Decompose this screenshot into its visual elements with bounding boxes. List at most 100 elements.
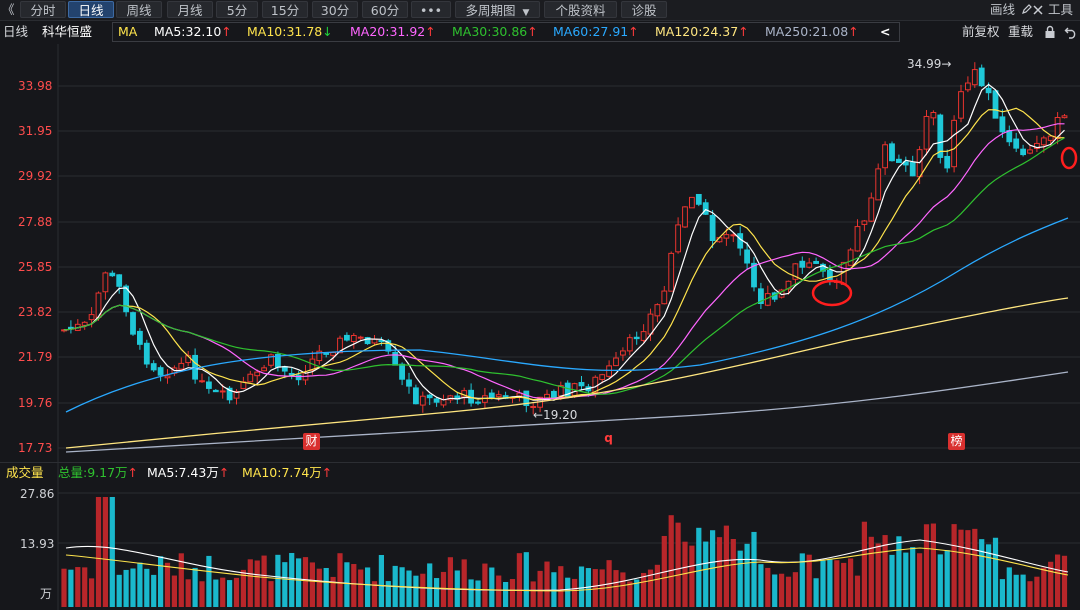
volume-tick: 13.93 <box>20 537 55 551</box>
volume-bar <box>578 566 585 607</box>
volume-bar <box>482 563 488 607</box>
candle-body <box>330 352 337 356</box>
volume-bar <box>89 578 95 607</box>
candle-body <box>1020 148 1027 156</box>
candle-body <box>702 202 709 215</box>
volume-bar <box>716 537 723 607</box>
volume-bar <box>144 568 150 607</box>
volume-bar <box>820 560 826 607</box>
volume-bar <box>951 524 957 607</box>
candle-body <box>930 112 937 119</box>
volume-bar <box>296 558 302 607</box>
volume-bar <box>772 574 778 607</box>
candle-body <box>992 90 999 119</box>
volume-bar <box>896 536 902 607</box>
candle-body <box>695 193 702 205</box>
volume-bar <box>703 541 709 607</box>
volume-bar <box>999 579 1005 607</box>
volume-bar <box>137 562 143 607</box>
candle-body <box>813 260 820 264</box>
candle-body <box>192 354 198 380</box>
ma120-line <box>65 297 1069 449</box>
volume-bar <box>1027 581 1033 607</box>
volume-bar <box>696 527 702 607</box>
candle-body <box>426 394 433 399</box>
volume-bar <box>1013 574 1019 607</box>
volume-ma10-arrow: ↑ <box>321 465 333 480</box>
volume-ma5-arrow: ↑ <box>218 465 230 480</box>
volume-bar <box>668 515 674 607</box>
candle-body <box>295 374 302 381</box>
candle-body <box>909 161 916 177</box>
volume-bar <box>1020 574 1026 607</box>
volume-bar <box>351 564 357 607</box>
volume-bar <box>751 531 757 607</box>
candle-body <box>495 394 502 398</box>
volume-bar <box>247 559 253 607</box>
candle-body <box>1047 135 1054 141</box>
financial-report-badge[interactable]: 财 <box>303 433 320 450</box>
candle-body <box>951 119 958 168</box>
volume-bar <box>268 581 274 607</box>
candle-body <box>854 226 861 252</box>
volume-bar <box>834 560 840 607</box>
volume-bar <box>992 537 999 607</box>
candle-body <box>137 330 143 345</box>
volume-bar <box>413 575 419 607</box>
candle-body <box>626 337 633 352</box>
ma10-line <box>63 107 1065 401</box>
high-price-marker: 34.99→ <box>907 57 952 71</box>
candle-body <box>419 395 426 406</box>
candle-body <box>744 249 751 264</box>
volume-bar <box>130 568 136 607</box>
candle-body <box>254 371 261 377</box>
volume-bar <box>889 554 895 607</box>
candle-body <box>847 249 854 266</box>
volume-bar <box>779 573 785 607</box>
highlight-circle <box>811 279 853 307</box>
candle-body <box>143 342 150 365</box>
candle-body <box>109 272 116 277</box>
dragon-tiger-list-badge[interactable]: 榜 <box>948 433 965 450</box>
volume-bar <box>440 571 447 607</box>
event-q-badge[interactable]: q <box>600 430 617 447</box>
volume-bar <box>489 567 495 607</box>
candle-body <box>661 290 668 305</box>
volume-bar <box>923 524 930 607</box>
kline-chart[interactable] <box>0 0 1080 610</box>
volume-bar <box>420 573 426 607</box>
volume-bar <box>213 579 219 607</box>
candle-body <box>896 158 902 163</box>
candle-body <box>613 357 619 367</box>
volume-bar <box>516 553 522 607</box>
volume-bar <box>406 570 412 607</box>
volume-bar <box>509 579 516 607</box>
candle-body <box>944 155 951 169</box>
candle-body <box>551 390 557 398</box>
candle-body <box>730 234 737 237</box>
candle-body <box>206 381 212 389</box>
candle-body <box>164 375 171 379</box>
candle-body <box>599 374 606 380</box>
candle-body <box>475 401 481 404</box>
volume-bar <box>792 572 798 607</box>
volume-bar <box>785 576 792 607</box>
volume-bar <box>302 557 309 607</box>
candle-body <box>178 362 185 370</box>
volume-bar <box>206 555 212 607</box>
volume-bar <box>365 567 371 607</box>
volume-bar <box>358 569 364 607</box>
volume-bar <box>385 581 391 607</box>
ma5-line <box>63 83 1065 401</box>
volume-bar <box>95 497 102 607</box>
volume-bar <box>1041 567 1047 607</box>
volume-bar <box>164 562 171 607</box>
volume-bar <box>434 578 440 607</box>
volume-bar <box>675 522 681 607</box>
candle-body <box>578 382 585 387</box>
candle-body <box>654 304 661 317</box>
volume-bar <box>979 539 985 607</box>
volume-bar <box>861 521 867 607</box>
volume-ma10: MA10:7.74万↑ <box>242 465 332 481</box>
candle-body <box>868 197 875 222</box>
